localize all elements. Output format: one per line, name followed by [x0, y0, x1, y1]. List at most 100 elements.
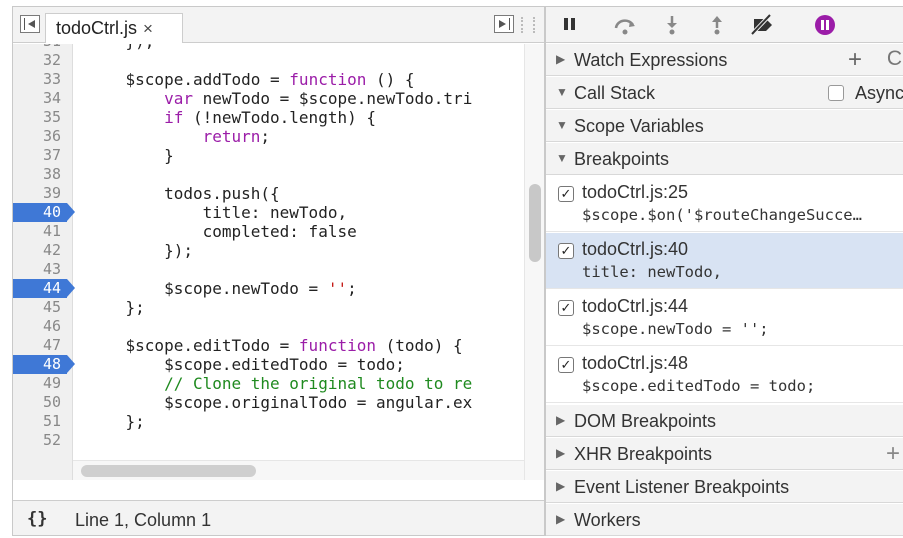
code-line[interactable]: 52 — [13, 431, 524, 450]
refresh-icon[interactable]: C — [887, 47, 902, 71]
step-out-icon[interactable] — [703, 13, 731, 37]
line-number[interactable]: 45 — [13, 298, 61, 317]
expanded-triangle-icon: ▼ — [556, 151, 568, 165]
code-line[interactable]: 51 }; — [13, 412, 524, 431]
code-line[interactable]: 35 if (!newTodo.length) { — [13, 108, 524, 127]
pane-breakpoints[interactable]: ▼ Breakpoints — [546, 143, 903, 175]
resize-grip-icon[interactable] — [521, 17, 535, 33]
code-line[interactable]: 48 $scope.editedTodo = todo; — [13, 355, 524, 374]
pane-xhr-breakpoints[interactable]: ▶ XHR Breakpoints + — [546, 438, 903, 470]
horizontal-scroll-thumb[interactable] — [81, 465, 256, 477]
step-over-icon[interactable] — [611, 13, 639, 37]
code-line[interactable]: 40 title: newTodo, — [13, 203, 524, 222]
code-token: newTodo = $scope.newTodo.tri — [192, 89, 473, 108]
code-token: () { — [366, 70, 415, 89]
pane-watch-expressions[interactable]: ▶ Watch Expressions + C — [546, 44, 903, 76]
breakpoint-checkbox[interactable]: ✓ — [558, 186, 574, 202]
code-line[interactable]: 31 }); — [13, 44, 524, 51]
code-text: // Clone the original todo to re — [87, 374, 472, 393]
breakpoint-marker[interactable]: 40 — [13, 203, 75, 222]
code-token: '' — [327, 279, 348, 298]
breakpoint-checkbox[interactable]: ✓ — [558, 357, 574, 373]
code-text: }; — [87, 298, 145, 317]
code-line[interactable]: 41 completed: false — [13, 222, 524, 241]
code-line[interactable]: 50 $scope.originalTodo = angular.ex — [13, 393, 524, 412]
line-number[interactable]: 51 — [13, 412, 61, 431]
horizontal-scrollbar[interactable] — [73, 460, 524, 480]
code-line[interactable]: 44 $scope.newTodo = ''; — [13, 279, 524, 298]
breakpoint-checkbox[interactable]: ✓ — [558, 300, 574, 316]
debugger-sidebar: ▶ Watch Expressions + C ▼ Call Stack Asy… — [545, 6, 903, 536]
code-token: function — [289, 70, 367, 89]
code-line[interactable]: 37 } — [13, 146, 524, 165]
add-watch-icon[interactable]: + — [848, 46, 862, 74]
tab-todoctrl-js[interactable]: todoCtrl.js × — [45, 13, 183, 43]
line-number[interactable]: 52 — [13, 431, 61, 450]
code-line[interactable]: 42 }); — [13, 241, 524, 260]
code-line[interactable]: 36 return; — [13, 127, 524, 146]
vertical-scrollbar[interactable] — [524, 44, 544, 480]
code-text: title: newTodo, — [87, 203, 348, 222]
breakpoint-code: $scope.newTodo = ''; — [582, 320, 769, 338]
step-into-icon[interactable] — [658, 13, 686, 37]
breakpoint-item[interactable]: ✓ todoCtrl.js:25 $scope.$on('$routeChangeS… — [546, 176, 903, 232]
line-number[interactable]: 47 — [13, 336, 61, 355]
pane-event-listener-breakpoints[interactable]: ▶ Event Listener Breakpoints — [546, 471, 903, 503]
cursor-position: Line 1, Column 1 — [75, 510, 212, 530]
deactivate-breakpoints-icon[interactable] — [748, 13, 776, 37]
line-number[interactable]: 37 — [13, 146, 61, 165]
line-number[interactable]: 42 — [13, 241, 61, 260]
pane-dom-breakpoints[interactable]: ▶ DOM Breakpoints — [546, 405, 903, 437]
async-label[interactable]: Async — [855, 83, 903, 104]
pause-on-exceptions-icon[interactable] — [812, 13, 840, 37]
async-checkbox[interactable] — [828, 85, 844, 101]
collapsed-triangle-icon: ▶ — [556, 446, 566, 460]
line-number[interactable]: 46 — [13, 317, 61, 336]
pane-call-stack[interactable]: ▼ Call Stack Async — [546, 77, 903, 109]
breakpoint-code: $scope.editedTodo = todo; — [582, 377, 816, 395]
pretty-print-button[interactable]: {} — [27, 509, 47, 529]
code-text: if (!newTodo.length) { — [87, 108, 376, 127]
code-line[interactable]: 33 $scope.addTodo = function () { — [13, 70, 524, 89]
close-tab-icon[interactable]: × — [143, 19, 153, 38]
pane-workers[interactable]: ▶ Workers — [546, 504, 903, 536]
code-token: (todo) { — [375, 336, 463, 355]
code-line[interactable]: 47 $scope.editTodo = function (todo) { — [13, 336, 524, 355]
code-line[interactable]: 34 var newTodo = $scope.newTodo.tri — [13, 89, 524, 108]
pause-icon[interactable] — [558, 13, 586, 37]
line-number[interactable]: 39 — [13, 184, 61, 203]
line-number[interactable]: 49 — [13, 374, 61, 393]
code-area[interactable]: 31 });3233 $scope.addTodo = function () … — [13, 44, 544, 480]
line-number[interactable]: 35 — [13, 108, 61, 127]
code-line[interactable]: 49 // Clone the original todo to re — [13, 374, 524, 393]
breakpoint-item[interactable]: ✓ todoCtrl.js:40 title: newTodo, — [546, 233, 903, 289]
breakpoint-checkbox[interactable]: ✓ — [558, 243, 574, 259]
line-number[interactable]: 31 — [13, 44, 61, 51]
code-token: function — [298, 336, 376, 355]
line-number[interactable]: 36 — [13, 127, 61, 146]
line-number[interactable]: 43 — [13, 260, 61, 279]
toggle-debugger-icon[interactable] — [494, 15, 514, 33]
vertical-scroll-thumb[interactable] — [529, 184, 541, 262]
code-line[interactable]: 46 — [13, 317, 524, 336]
code-line[interactable]: 39 todos.push({ — [13, 184, 524, 203]
breakpoint-item[interactable]: ✓ todoCtrl.js:48 $scope.editedTodo = todo; — [546, 347, 903, 403]
line-number[interactable]: 41 — [13, 222, 61, 241]
code-line[interactable]: 43 — [13, 260, 524, 279]
line-number[interactable]: 34 — [13, 89, 61, 108]
line-number[interactable]: 33 — [13, 70, 61, 89]
pane-scope-variables[interactable]: ▼ Scope Variables — [546, 110, 903, 142]
toggle-navigator-icon[interactable] — [20, 15, 40, 33]
code-line[interactable]: 32 — [13, 51, 524, 70]
code-line[interactable]: 38 — [13, 165, 524, 184]
line-number[interactable]: 38 — [13, 165, 61, 184]
add-xhr-breakpoint-icon[interactable]: + — [886, 440, 900, 468]
code-token: var — [164, 89, 193, 108]
breakpoint-marker[interactable]: 48 — [13, 355, 75, 374]
line-number[interactable]: 32 — [13, 51, 61, 70]
breakpoint-item[interactable]: ✓ todoCtrl.js:44 $scope.newTodo = ''; — [546, 290, 903, 346]
line-number[interactable]: 50 — [13, 393, 61, 412]
breakpoint-marker[interactable]: 44 — [13, 279, 75, 298]
code-line[interactable]: 45 }; — [13, 298, 524, 317]
code-text: }; — [87, 412, 145, 431]
